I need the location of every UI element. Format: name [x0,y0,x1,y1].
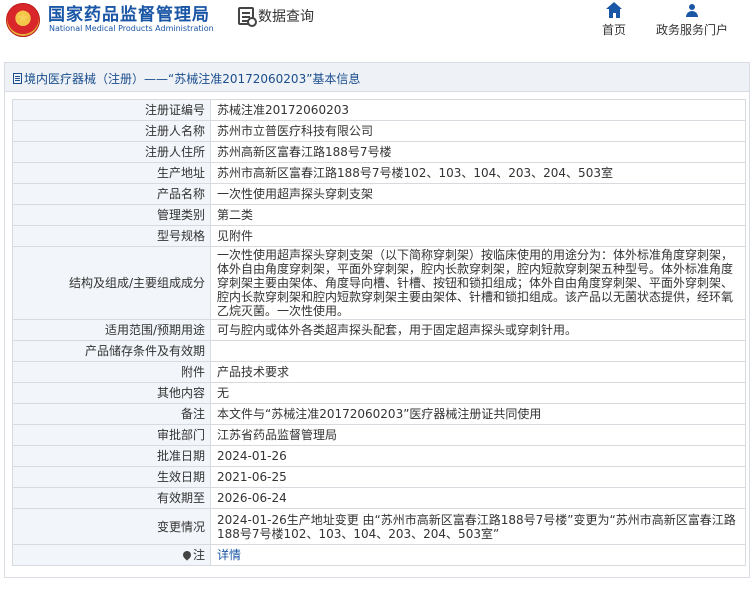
emblem-logo-icon: ★ [6,3,40,37]
table-row: 生效日期 2021-06-25 [12,466,746,488]
document-search-icon [238,7,257,27]
document-icon [13,73,22,84]
pin-icon [181,549,193,561]
info-table: 注册证编号 苏械注准20172060203 注册人名称 苏州市立普医疗科技有限公司 注册… [12,99,746,566]
table-row: 审批部门 江苏省药品监督管理局 [12,424,746,446]
table-row: 有效期至 2026-06-24 [12,487,746,509]
table-row: 生产地址 苏州市高新区富春江路188号7号楼102、103、104、203、204… [12,162,746,184]
table-row: 注册证编号 苏械注准20172060203 [12,99,746,121]
field-value: 2024-01-26 [210,445,746,467]
page-title: 数据查询 [258,9,314,25]
field-label: 有效期至 [12,487,211,509]
nav-service-label: 政务服务门户 [655,23,728,37]
table-row: 变更情况 2024-01-26生产地址变更 由“苏州市高新区富春江路188号7号楼… [12,508,746,545]
note-label-cell: 注 [12,544,211,566]
field-label: 注册人住所 [12,141,211,163]
note-value-cell: 详情 [210,544,746,566]
field-label: 注册证编号 [12,99,211,121]
site-header: ★ 国家药品监督管理局 National Medical Products Ad… [0,0,752,50]
org-name-en: National Medical Products Administration [49,24,214,33]
field-value: 一次性使用超声探头穿刺支架（以下简称穿刺架）按临床使用的用途分为：体外标准角度穿… [210,246,746,320]
field-value [210,340,746,362]
field-value: 可与腔内或体外各类超声探头配套，用于固定超声探头或穿刺针用。 [210,319,746,341]
field-label: 附件 [12,361,211,383]
field-label: 备注 [12,403,211,425]
field-label: 生效日期 [12,466,211,488]
field-value: 苏械注准20172060203 [210,99,746,121]
field-label: 适用范围/预期用途 [12,319,211,341]
detail-panel: 境内医疗器械（注册）——“苏械注准20172060203”基本信息 注册证编号苏… [4,62,750,578]
table-row: 注册人名称 苏州市立普医疗科技有限公司 [12,120,746,142]
field-label: 产品储存条件及有效期 [12,340,211,362]
field-value: 第二类 [210,204,746,226]
field-label: 管理类别 [12,204,211,226]
field-value: 一次性使用超声探头穿刺支架 [210,183,746,205]
table-row: 其他内容无 [12,382,746,404]
breadcrumb: 境内医疗器械（注册）——“苏械注准20172060203”基本信息 [13,70,360,87]
field-label: 注册人名称 [12,120,211,142]
field-label: 生产地址 [12,162,211,184]
field-label: 其他内容 [12,382,211,404]
table-row: 结构及组成/主要组成成分 一次性使用超声探头穿刺支架（以下简称穿刺架）按临床使用的… [12,246,746,320]
nav-service-portal[interactable]: 政务服务门户 [648,2,736,38]
field-value: 苏州高新区富春江路188号7号楼 [210,141,746,163]
table-row: 产品储存条件及有效期 [12,340,746,362]
home-icon [605,2,622,18]
field-value: 苏州市高新区富春江路188号7号楼102、103、104、203、204、503… [210,162,746,184]
field-value: 2021-06-25 [210,466,746,488]
field-label: 批准日期 [12,445,211,467]
field-value: 本文件与“苏械注准20172060203”医疗器械注册证共同使用 [210,403,746,425]
field-label: 产品名称 [12,183,211,205]
field-value: 见附件 [210,225,746,247]
panel-header: 境内医疗器械（注册）——“苏械注准20172060203”基本信息 [5,63,749,92]
table-row: 注册人住所 苏州高新区富春江路188号7号楼 [12,141,746,163]
field-value: 江苏省药品监督管理局 [210,424,746,446]
field-value: 2024-01-26生产地址变更 由“苏州市高新区富春江路188号7号楼”变更为… [210,508,746,545]
field-label: 结构及组成/主要组成成分 [12,246,211,320]
field-label: 型号规格 [12,225,211,247]
user-icon [685,4,699,18]
field-value: 产品技术要求 [210,361,746,383]
field-value: 苏州市立普医疗科技有限公司 [210,120,746,142]
table-row: 备注 本文件与“苏械注准20172060203”医疗器械注册证共同使用 [12,403,746,425]
page-title-group: 数据查询 [238,6,314,27]
table-row: 型号规格 见附件 [12,225,746,247]
table-row: 附件 产品技术要求 [12,361,746,383]
field-label: 审批部门 [12,424,211,446]
details-link[interactable]: 详情 [217,548,241,562]
table-row: 管理类别 第二类 [12,204,746,226]
field-value: 无 [210,382,746,404]
table-row: 批准日期 2024-01-26 [12,445,746,467]
table-row: 产品名称 一次性使用超声探头穿刺支架 [12,183,746,205]
field-label: 注 [192,548,205,562]
breadcrumb-text: 境内医疗器械（注册）——“苏械注准20172060203”基本信息 [24,72,361,86]
nav-home[interactable]: 首页 [594,2,634,38]
field-value: 2026-06-24 [210,487,746,509]
field-label: 变更情况 [12,508,211,545]
table-row: 适用范围/预期用途 可与腔内或体外各类超声探头配套，用于固定超声探头或穿刺针用。 [12,319,746,341]
table-row-note: 注详情 [12,544,746,566]
org-name-cn: 国家药品监督管理局 [48,5,210,25]
nav-home-label: 首页 [601,23,626,37]
